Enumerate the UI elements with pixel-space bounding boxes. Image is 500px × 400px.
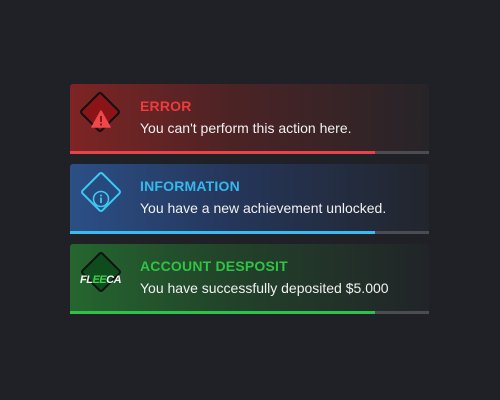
notification-message: You can't perform this action here.: [140, 120, 352, 136]
info-notification[interactable]: INFORMATION You have a new achievement u…: [70, 164, 429, 234]
info-badge: [79, 170, 123, 214]
notification-message: You have a new achievement unlocked.: [140, 200, 387, 216]
notification-progress: [70, 231, 429, 234]
error-badge: [78, 90, 122, 134]
progress-fill: [70, 311, 376, 314]
notification-title: ACCOUNT DESPOSIT: [140, 258, 288, 274]
notification-stack: ERROR You can't perform this action here…: [70, 84, 429, 324]
notification-title: INFORMATION: [140, 178, 240, 194]
notification-title: ERROR: [140, 98, 192, 114]
notification-progress: [70, 311, 429, 314]
notification-progress: [70, 151, 429, 154]
deposit-badge: [79, 250, 123, 294]
notification-message: You have successfully deposited $5.000: [140, 280, 389, 296]
progress-fill: [70, 151, 376, 154]
error-notification[interactable]: ERROR You can't perform this action here…: [70, 84, 429, 154]
progress-fill: [70, 231, 376, 234]
deposit-notification[interactable]: FLEECA ACCOUNT DESPOSIT You have success…: [70, 244, 429, 314]
